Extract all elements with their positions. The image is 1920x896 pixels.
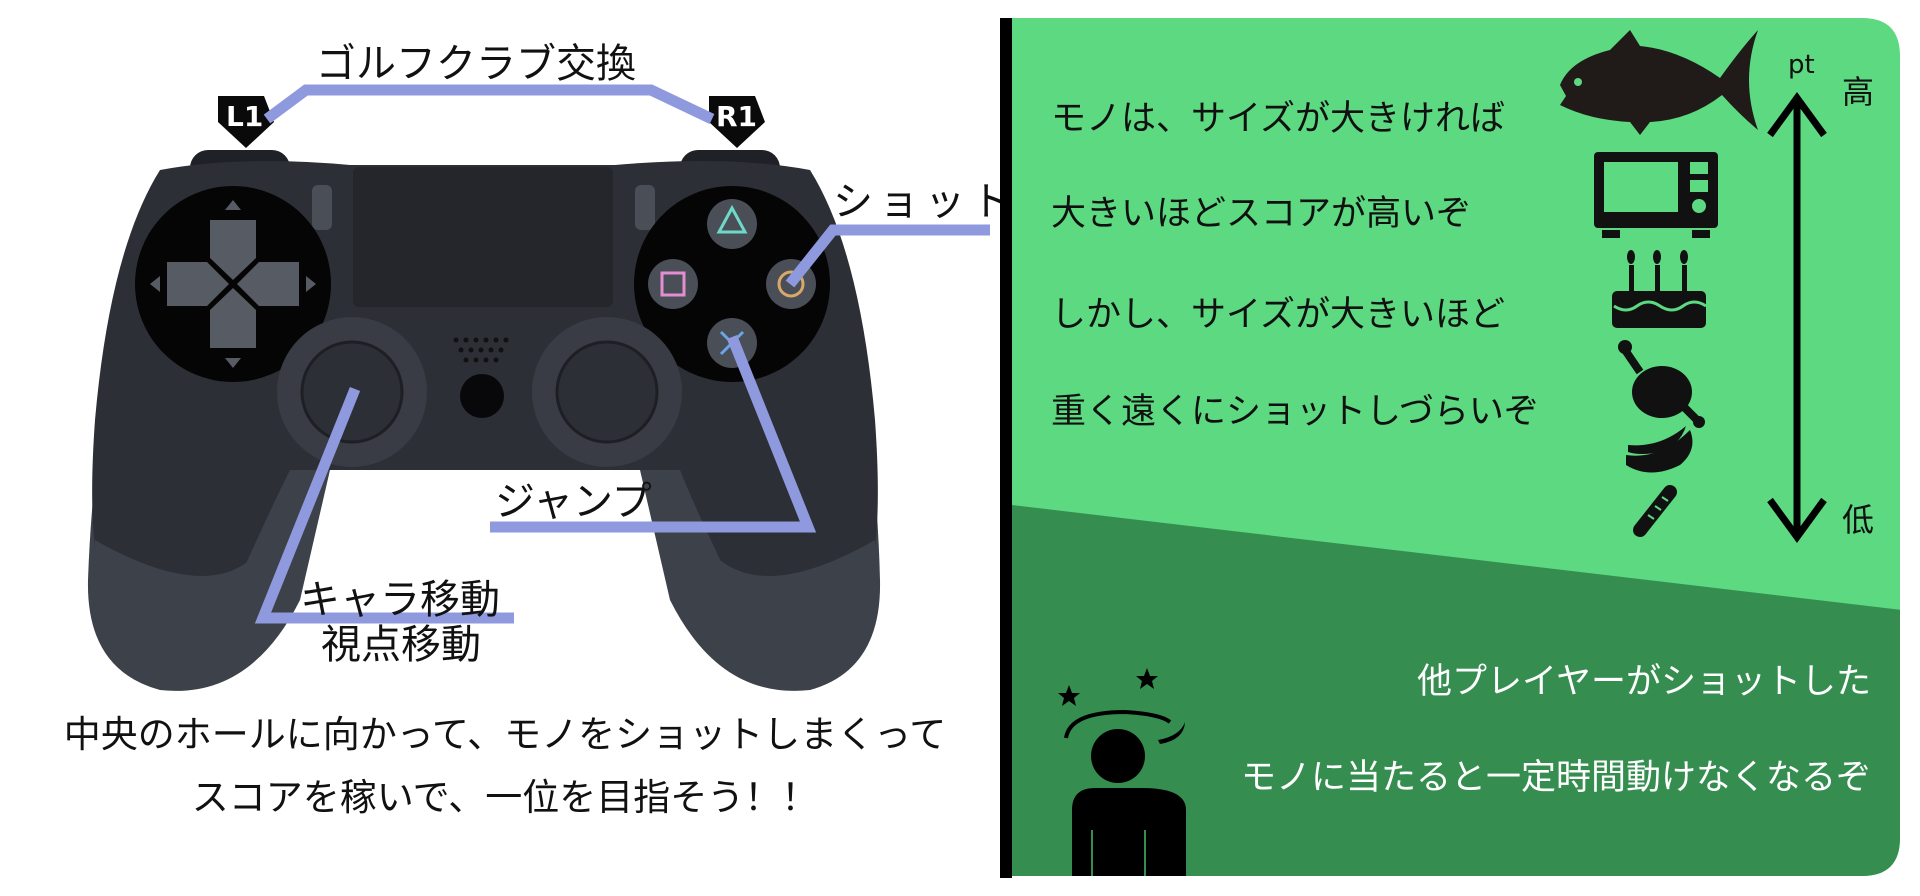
panel-line-1: モノは、サイズが大きければ xyxy=(1051,99,1505,139)
scale-unit-label: pt xyxy=(1788,50,1815,80)
warning-line-1: 他プレイヤーがショットした xyxy=(1417,662,1871,702)
panel-line-4: 重く遠くにショットしづらいぞ xyxy=(1051,392,1539,432)
panel-line-2: 大きいほどスコアが高いぞ xyxy=(1051,194,1472,234)
warning-line-2: モノに当たると一定時間動けなくなるぞ xyxy=(1240,758,1871,798)
divider-line xyxy=(1000,18,1012,878)
scale-high-label: 高 xyxy=(1842,73,1875,111)
scale-low-label: 低 xyxy=(1842,501,1875,539)
panel-line-3: しかし、サイズが大きいほど xyxy=(1051,295,1505,335)
microwave-icon xyxy=(1594,152,1718,238)
